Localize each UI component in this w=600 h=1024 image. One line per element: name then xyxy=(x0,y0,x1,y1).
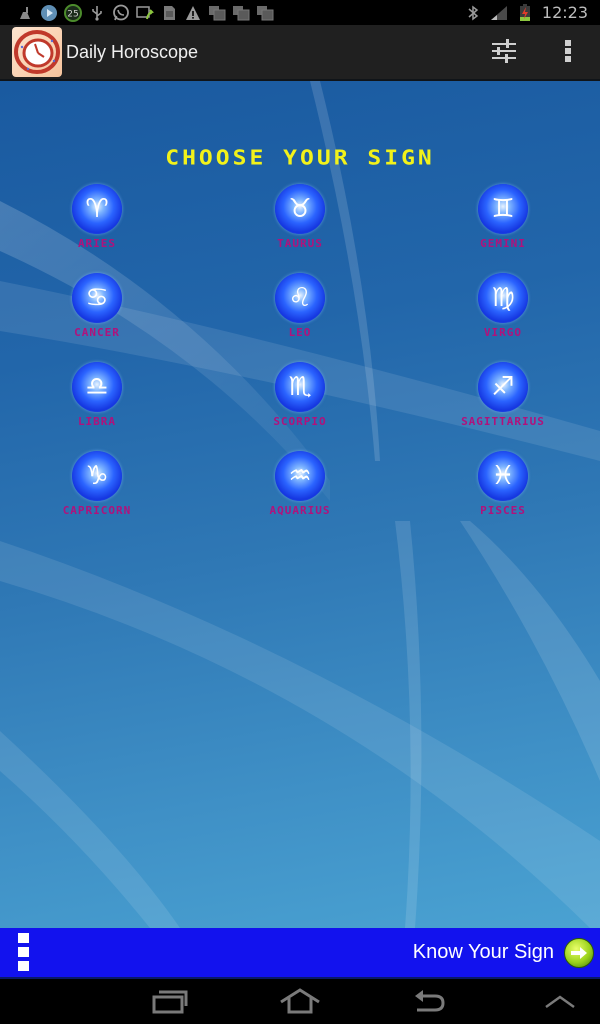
settings-sliders-icon xyxy=(491,39,517,67)
aries-icon: ♈ xyxy=(72,184,122,234)
sign-label: ARIES xyxy=(77,237,117,250)
screen-share-icon xyxy=(136,4,154,22)
cleaner-icon xyxy=(16,4,34,22)
signal-icon xyxy=(490,4,508,22)
sign-chooser-screen: CHOOSE YOUR SIGN ♈ ARIES ♉ TAURUS ♊ GEMI… xyxy=(0,81,600,928)
app-logo-clock-icon[interactable] xyxy=(12,27,62,77)
sign-label: GEMINI xyxy=(480,237,526,250)
menu-dot-icon xyxy=(18,933,29,943)
libra-icon: ♎ xyxy=(72,362,122,412)
usb-icon xyxy=(88,4,106,22)
arrow-right-icon xyxy=(564,937,594,968)
sign-aries[interactable]: ♈ ARIES xyxy=(22,184,172,250)
sign-label: PISCES xyxy=(480,504,526,517)
action-bar: Daily Horoscope xyxy=(0,25,600,81)
sign-label: AQUARIUS xyxy=(269,504,331,517)
sign-label: VIRGO xyxy=(483,326,523,339)
navigation-bar xyxy=(0,977,600,1024)
battery-charging-icon xyxy=(516,3,534,22)
sign-label: CAPRICORN xyxy=(62,504,132,517)
sign-gemini[interactable]: ♊ GEMINI xyxy=(428,184,578,250)
gallery-icon xyxy=(256,4,274,22)
gallery-icon xyxy=(208,4,226,22)
sign-aquarius[interactable]: ♒ AQUARIUS xyxy=(225,451,375,517)
pisces-icon: ♓ xyxy=(478,451,528,501)
virgo-icon: ♍ xyxy=(478,273,528,323)
sign-label: LIBRA xyxy=(77,415,117,428)
overflow-menu-icon xyxy=(564,39,572,67)
sign-cancer[interactable]: ♋ CANCER xyxy=(22,273,172,339)
recent-apps-icon xyxy=(152,988,188,1018)
scorpio-icon: ♏ xyxy=(275,362,325,412)
media-icon xyxy=(40,4,58,22)
recent-apps-button[interactable] xyxy=(140,985,200,1021)
sign-pisces[interactable]: ♓ PISCES xyxy=(428,451,578,517)
home-button[interactable] xyxy=(270,985,330,1021)
aquarius-icon: ♒ xyxy=(275,451,325,501)
sd-card-icon xyxy=(160,4,178,22)
sign-label: SCORPIO xyxy=(273,415,327,428)
sign-virgo[interactable]: ♍ VIRGO xyxy=(428,273,578,339)
menu-dot-icon xyxy=(18,961,29,971)
choose-sign-heading: CHOOSE YOUR SIGN xyxy=(165,146,435,170)
home-icon xyxy=(279,988,321,1018)
bluetooth-icon xyxy=(464,4,482,22)
back-button[interactable] xyxy=(400,985,460,1021)
overflow-menu-button[interactable] xyxy=(536,25,600,81)
chevron-up-icon xyxy=(544,993,576,1013)
bottom-bar: Know Your Sign xyxy=(0,928,600,977)
sign-leo[interactable]: ♌ LEO xyxy=(225,273,375,339)
gallery-icon xyxy=(232,4,250,22)
menu-button[interactable] xyxy=(18,933,30,971)
sign-capricorn[interactable]: ♑ CAPRICORN xyxy=(22,451,172,517)
sagittarius-icon: ♐ xyxy=(478,362,528,412)
sign-libra[interactable]: ♎ LIBRA xyxy=(22,362,172,428)
badge-25-icon: 25 xyxy=(64,3,82,22)
up-button[interactable] xyxy=(530,985,590,1021)
system-icons: 12:23 xyxy=(464,0,588,25)
sign-sagittarius[interactable]: ♐ SAGITTARIUS xyxy=(428,362,578,428)
app-title: Daily Horoscope xyxy=(66,41,199,62)
notification-icons: 25 xyxy=(0,0,274,25)
settings-button[interactable] xyxy=(472,25,536,81)
cancer-icon: ♋ xyxy=(72,273,122,323)
sign-label: SAGITTARIUS xyxy=(461,415,545,428)
clock: 12:23 xyxy=(541,3,588,22)
know-your-sign-button[interactable]: Know Your Sign xyxy=(413,928,594,977)
sign-label: LEO xyxy=(288,326,312,339)
warning-icon xyxy=(184,4,202,22)
status-bar: 25 12:23 xyxy=(0,0,600,25)
gemini-icon: ♊ xyxy=(478,184,528,234)
leo-icon: ♌ xyxy=(275,273,325,323)
badge-count: 25 xyxy=(67,9,78,19)
sign-label: TAURUS xyxy=(277,237,323,250)
back-icon xyxy=(413,988,447,1018)
sign-label: CANCER xyxy=(74,326,120,339)
menu-dot-icon xyxy=(18,947,29,957)
sign-taurus[interactable]: ♉ TAURUS xyxy=(225,184,375,250)
taurus-icon: ♉ xyxy=(275,184,325,234)
sign-scorpio[interactable]: ♏ SCORPIO xyxy=(225,362,375,428)
know-your-sign-label: Know Your Sign xyxy=(412,941,554,963)
capricorn-icon: ♑ xyxy=(72,451,122,501)
whatsapp-icon xyxy=(112,4,130,22)
